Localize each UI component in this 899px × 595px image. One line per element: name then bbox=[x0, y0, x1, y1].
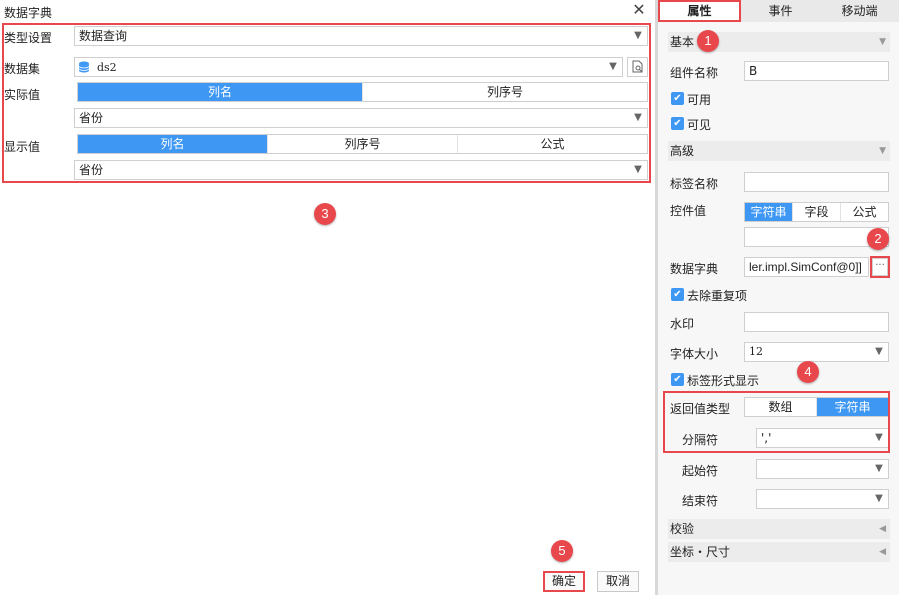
tab-properties[interactable]: 属性 bbox=[658, 0, 741, 22]
dialog-title: 数据字典 bbox=[4, 6, 53, 20]
dedupe-checkbox[interactable]: ✔ bbox=[671, 288, 684, 301]
display-value-field: 省份 bbox=[79, 163, 104, 177]
close-icon[interactable]: ✕ bbox=[630, 1, 648, 19]
type-select-value: 数据查询 bbox=[79, 29, 128, 43]
enabled-checkbox[interactable]: ✔ bbox=[671, 92, 684, 105]
step-badge-4: 4 bbox=[797, 361, 819, 383]
component-name-label: 组件名称 bbox=[670, 66, 719, 80]
section-coords[interactable]: 坐标・尺寸 ◀ bbox=[668, 542, 890, 562]
highlight-box-settings bbox=[2, 23, 651, 183]
caret-down-icon: ▼ bbox=[879, 37, 886, 47]
font-size-label: 字体大小 bbox=[670, 347, 719, 361]
data-dictionary-label: 数据字典 bbox=[670, 262, 719, 276]
visible-checkbox[interactable]: ✔ bbox=[671, 117, 684, 130]
return-type-label: 返回值类型 bbox=[670, 402, 731, 416]
return-type-toggle: 数组 字符串 bbox=[744, 397, 889, 417]
section-advanced[interactable]: 高级 ▼ bbox=[668, 141, 890, 161]
actual-value-field: 省份 bbox=[79, 111, 104, 125]
section-advanced-label: 高级 bbox=[670, 144, 695, 158]
panel-tabs: 属性 事件 移动端 bbox=[658, 0, 899, 22]
data-dictionary-input[interactable]: ler.impl.SimConf@0]] bbox=[744, 257, 869, 277]
watermark-input[interactable] bbox=[744, 312, 889, 332]
actual-value-select[interactable]: 省份 ▼ bbox=[74, 108, 648, 128]
tag-name-input[interactable] bbox=[744, 172, 889, 192]
start-symbol-label: 起始符 bbox=[682, 464, 719, 478]
separator-select[interactable]: ',' ▼ bbox=[756, 428, 889, 448]
actual-tab-column-index[interactable]: 列序号 bbox=[363, 83, 647, 101]
section-coords-label: 坐标・尺寸 bbox=[670, 545, 731, 559]
actual-value-label: 实际值 bbox=[4, 88, 41, 102]
control-value-toggle: 字符串 字段 公式 bbox=[744, 202, 889, 222]
return-tab-array[interactable]: 数组 bbox=[745, 398, 817, 416]
tag-display-checkbox[interactable]: ✔ bbox=[671, 373, 684, 386]
type-select[interactable]: 数据查询 ▼ bbox=[74, 26, 648, 46]
step-badge-5: 5 bbox=[551, 540, 573, 562]
confirm-button[interactable]: 确定 bbox=[543, 571, 585, 592]
actual-tab-column-name[interactable]: 列名 bbox=[78, 83, 363, 101]
database-icon bbox=[78, 61, 90, 73]
section-validation[interactable]: 校验 ◀ bbox=[668, 519, 890, 539]
display-value-label: 显示值 bbox=[4, 140, 41, 154]
chevron-down-icon: ▼ bbox=[875, 432, 883, 443]
chevron-down-icon: ▼ bbox=[875, 463, 883, 474]
control-tab-string[interactable]: 字符串 bbox=[745, 203, 793, 221]
tab-events[interactable]: 事件 bbox=[741, 0, 820, 22]
ellipsis-button[interactable]: ··· bbox=[872, 258, 888, 276]
end-symbol-select[interactable]: ▼ bbox=[756, 489, 889, 509]
return-tab-string[interactable]: 字符串 bbox=[817, 398, 888, 416]
display-tab-column-name[interactable]: 列名 bbox=[78, 135, 268, 153]
tag-name-label: 标签名称 bbox=[670, 177, 719, 191]
dataset-select[interactable]: ds2 ▼ bbox=[74, 57, 623, 77]
section-validation-label: 校验 bbox=[670, 522, 695, 536]
section-basic-label: 基本 bbox=[670, 35, 695, 49]
preview-dataset-button[interactable] bbox=[627, 57, 648, 77]
watermark-label: 水印 bbox=[670, 317, 695, 331]
property-panel: 属性 事件 移动端 基本 ▼ 1 组件名称 B ✔ 可用 ✔ 可见 高级 ▼ 标… bbox=[658, 0, 899, 595]
caret-down-icon: ▼ bbox=[879, 146, 886, 156]
chevron-down-icon: ▼ bbox=[875, 493, 883, 504]
separator-label: 分隔符 bbox=[682, 433, 719, 447]
caret-left-icon: ◀ bbox=[879, 524, 886, 534]
visible-label: 可见 bbox=[687, 118, 712, 132]
start-symbol-select[interactable]: ▼ bbox=[756, 459, 889, 479]
actual-value-mode-toggle: 列名 列序号 bbox=[77, 82, 648, 102]
chevron-down-icon: ▼ bbox=[875, 346, 883, 357]
cancel-button[interactable]: 取消 bbox=[597, 571, 639, 592]
display-tab-column-index[interactable]: 列序号 bbox=[268, 135, 458, 153]
control-tab-formula[interactable]: 公式 bbox=[841, 203, 888, 221]
type-setting-label: 类型设置 bbox=[4, 31, 53, 45]
step-badge-2: 2 bbox=[867, 228, 889, 250]
chevron-down-icon: ▼ bbox=[634, 164, 642, 175]
dataset-label: 数据集 bbox=[4, 62, 41, 76]
tab-mobile[interactable]: 移动端 bbox=[820, 0, 899, 22]
caret-left-icon: ◀ bbox=[879, 547, 886, 557]
chevron-down-icon: ▼ bbox=[609, 61, 617, 72]
display-value-mode-toggle: 列名 列序号 公式 bbox=[77, 134, 648, 154]
separator-value: ',' bbox=[761, 431, 772, 445]
step-badge-3: 3 bbox=[314, 203, 336, 225]
data-dictionary-dialog: 数据字典 ✕ 类型设置 数据查询 ▼ 数据集 ds2 ▼ 实际值 列名 列序号 … bbox=[0, 0, 655, 595]
preview-doc-icon bbox=[632, 60, 643, 73]
tag-display-label: 标签形式显示 bbox=[687, 374, 760, 388]
dataset-value: ds2 bbox=[97, 61, 117, 74]
chevron-down-icon: ▼ bbox=[634, 112, 642, 123]
font-size-select[interactable]: 12 ▼ bbox=[744, 342, 889, 362]
dedupe-label: 去除重复项 bbox=[687, 289, 748, 303]
step-badge-1: 1 bbox=[697, 30, 719, 52]
control-value-label: 控件值 bbox=[670, 204, 707, 218]
display-tab-formula[interactable]: 公式 bbox=[458, 135, 647, 153]
component-name-input[interactable]: B bbox=[744, 61, 889, 81]
end-symbol-label: 结束符 bbox=[682, 494, 719, 508]
enabled-label: 可用 bbox=[687, 93, 712, 107]
font-size-value: 12 bbox=[749, 345, 763, 358]
chevron-down-icon: ▼ bbox=[634, 30, 642, 41]
display-value-select[interactable]: 省份 ▼ bbox=[74, 160, 648, 180]
control-tab-field[interactable]: 字段 bbox=[793, 203, 841, 221]
